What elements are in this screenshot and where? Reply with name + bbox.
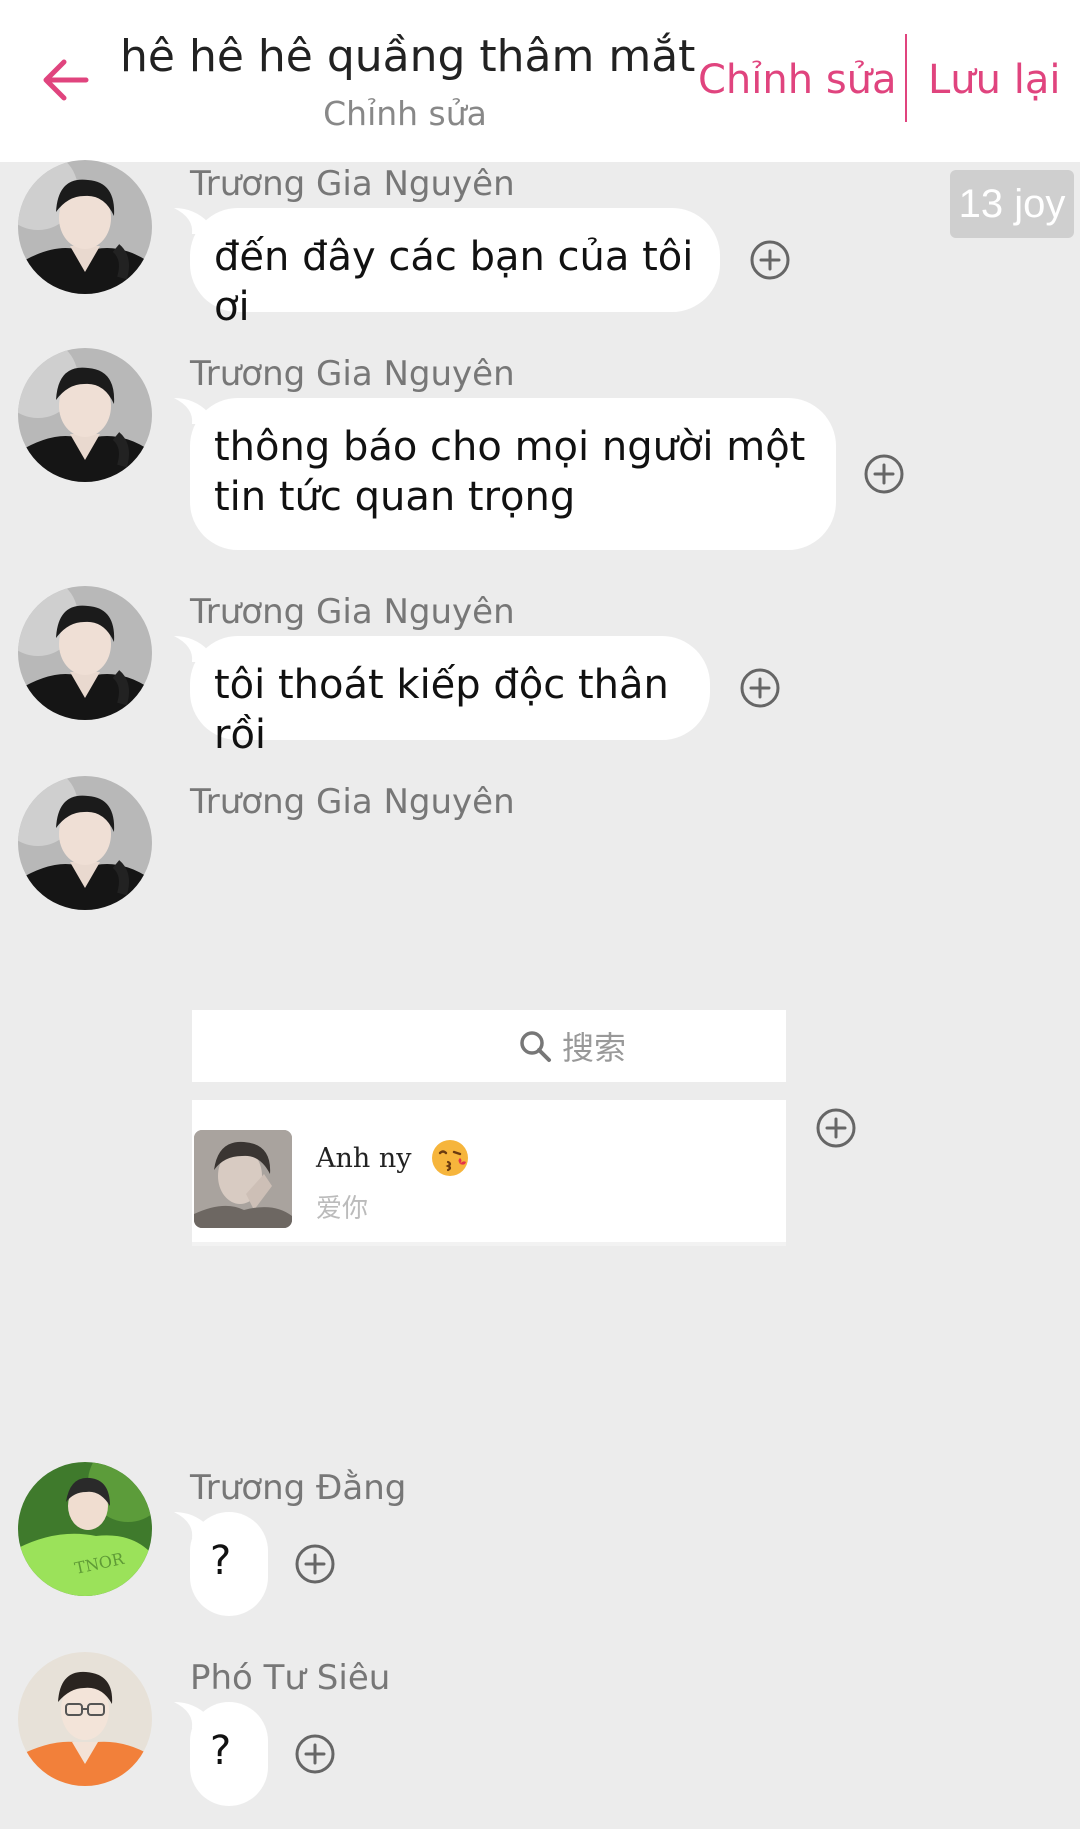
avatar[interactable] (18, 348, 152, 482)
card-contact-item: Anh ny 爱你 (192, 1100, 786, 1246)
message-text: ? (210, 1538, 232, 1584)
sender-name: Phó Tư Siêu (190, 1658, 391, 1698)
message-bubble[interactable]: đến đây các bạn của tôi ơi (190, 208, 720, 330)
card-search-label: 搜索 (562, 1029, 627, 1067)
arrow-left-icon (43, 59, 89, 101)
sender-name: Trương Gia Nguyên (190, 592, 515, 632)
contact-avatar (194, 1130, 292, 1228)
plus-circle-icon[interactable] (862, 452, 906, 496)
shared-image-card[interactable]: 搜索 Anh ny 爱你 (192, 1010, 786, 1246)
sender-name: Trương Gia Nguyên (190, 354, 515, 394)
message-text: đến đây các bạn của tôi ơi (214, 234, 694, 330)
message-text: tôi thoát kiếp độc thân rồi (214, 662, 669, 758)
header-divider (905, 34, 907, 122)
message-bubble[interactable]: tôi thoát kiếp độc thân rồi (190, 636, 710, 758)
back-button[interactable] (36, 50, 96, 110)
avatar[interactable] (18, 776, 152, 910)
plus-circle-icon[interactable] (738, 666, 782, 710)
plus-circle-icon[interactable] (293, 1732, 337, 1776)
chat-header: hê hê hê quầng thâm mắt Chỉnh sửa Chỉnh … (0, 0, 1080, 162)
edit-button[interactable]: Chỉnh sửa (698, 52, 897, 108)
time-badge: 13 joy (950, 170, 1074, 238)
sender-name: Trương Gia Nguyên (190, 782, 515, 822)
contact-last-message: 爱你 (316, 1194, 369, 1224)
message-text: thông báo cho mọi người một tin tức quan… (214, 424, 806, 520)
message-bubble[interactable]: ? (190, 1512, 268, 1616)
message-bubble[interactable]: ? (190, 1702, 268, 1806)
chat-title: hê hê hê quầng thâm mắt (120, 31, 696, 82)
avatar[interactable] (18, 1462, 152, 1596)
message-text: ? (210, 1728, 232, 1774)
title-block: hê hê hê quầng thâm mắt Chỉnh sửa (120, 26, 696, 138)
kiss-emoji-icon (430, 1138, 470, 1178)
card-search-bar: 搜索 (192, 1010, 786, 1082)
sender-name: Trương Đằng (190, 1468, 407, 1508)
contact-name-row: Anh ny (316, 1138, 470, 1178)
avatar[interactable] (18, 160, 152, 294)
sender-name: Trương Gia Nguyên (190, 164, 515, 204)
chat-subtitle: Chỉnh sửa (323, 94, 487, 133)
avatar[interactable] (18, 1652, 152, 1786)
plus-circle-icon[interactable] (814, 1106, 858, 1150)
avatar[interactable] (18, 586, 152, 720)
save-button[interactable]: Lưu lại (928, 52, 1060, 108)
plus-circle-icon[interactable] (293, 1542, 337, 1586)
search-icon (520, 1031, 551, 1062)
plus-circle-icon[interactable] (748, 238, 792, 282)
message-bubble[interactable]: thông báo cho mọi người một tin tức quan… (190, 398, 836, 550)
contact-name: Anh ny (316, 1142, 412, 1174)
